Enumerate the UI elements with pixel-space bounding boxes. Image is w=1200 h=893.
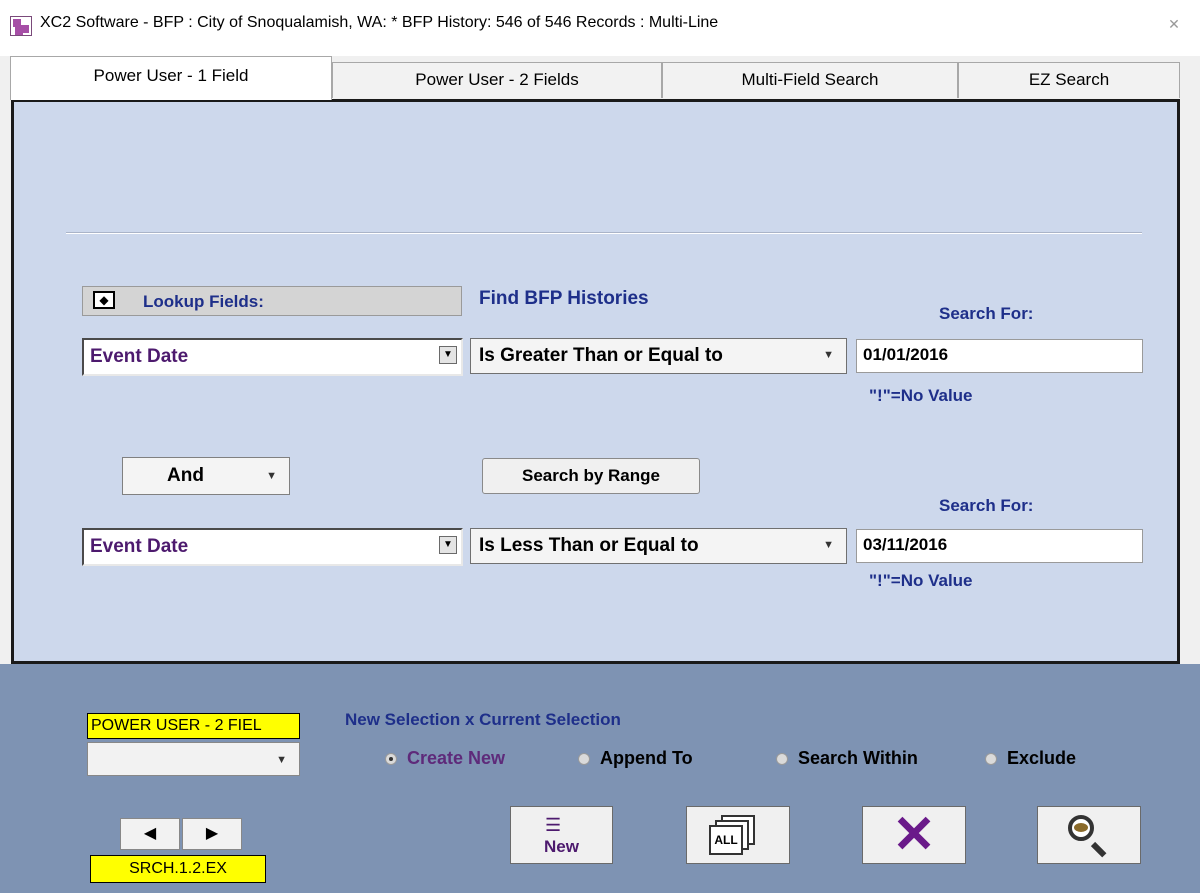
selection-heading: New Selection x Current Selection [345, 710, 621, 729]
lookup-fields-button[interactable]: ◆ Lookup Fields: [82, 286, 462, 316]
eye-icon [1074, 823, 1088, 832]
select-all-button[interactable]: ALL [686, 806, 790, 864]
new-button-label: New [544, 837, 579, 856]
no-value-hint-1: "!"=No Value [869, 386, 973, 405]
conjunction-select-value: And [167, 465, 204, 486]
window-title: XC2 Software - BFP : City of Snoqualamis… [40, 14, 719, 31]
radio-dot [776, 753, 788, 765]
chevron-down-icon: ▼ [266, 470, 277, 482]
operator-select-1-value: Is Greater Than or Equal to [479, 345, 723, 366]
search-for-label-1: Search For: [939, 304, 1034, 323]
prev-arrow-icon[interactable]: ◀ [120, 818, 180, 850]
field-select-1[interactable]: Event Date ▼ [82, 338, 463, 376]
radio-append-to[interactable]: Append To [578, 746, 738, 772]
preset-label: POWER USER - 2 FIEL [87, 713, 300, 739]
chevron-down-icon[interactable]: ▼ [439, 346, 457, 364]
search-value-2[interactable]: 03/11/2016 [856, 529, 1143, 563]
tab-multi-field-search[interactable]: Multi-Field Search [662, 62, 958, 98]
tab-power-user-2-fields[interactable]: Power User - 2 Fields [332, 62, 662, 98]
records-stack-icon: ALL [709, 813, 757, 855]
radio-search-within-label: Search Within [798, 748, 918, 768]
record-nav: ◀ ▶ [120, 818, 248, 852]
screen-code-label: SRCH.1.2.EX [90, 855, 266, 883]
tab-ez-search[interactable]: EZ Search [958, 62, 1180, 98]
magnifier-handle [1090, 841, 1107, 858]
no-value-hint-2: "!"=No Value [869, 571, 973, 590]
lookup-fields-label: Lookup Fields: [143, 292, 264, 311]
operator-select-2-value: Is Less Than or Equal to [479, 535, 699, 556]
all-button-label: ALL [709, 825, 743, 855]
conjunction-select[interactable]: And ▼ [122, 457, 290, 495]
new-button[interactable]: ☰ New [510, 806, 613, 864]
search-for-label-2: Search For: [939, 496, 1034, 515]
operator-select-2[interactable]: Is Less Than or Equal to ▼ [470, 528, 847, 564]
search-button[interactable] [1037, 806, 1141, 864]
close-icon[interactable]: ✕ [1162, 14, 1186, 34]
list-icon: ☰ [545, 815, 562, 835]
radio-dot [578, 753, 590, 765]
search-by-range-button[interactable]: Search by Range [482, 458, 700, 494]
radio-search-within[interactable]: Search Within [776, 746, 956, 772]
radio-exclude-label: Exclude [1007, 748, 1077, 768]
radio-append-to-label: Append To [600, 748, 693, 768]
radio-dot [385, 753, 397, 765]
field-select-1-value: Event Date [90, 346, 189, 367]
tab-strip: Power User - 1 Field Power User - 2 Fiel… [10, 56, 1180, 100]
diamond-icon: ◆ [93, 291, 115, 309]
title-bar: XC2 Software - BFP : City of Snoqualamis… [0, 0, 1200, 56]
chevron-down-icon: ▼ [276, 754, 287, 766]
next-arrow-icon[interactable]: ▶ [182, 818, 242, 850]
app-icon [10, 16, 32, 36]
field-select-2-value: Event Date [90, 536, 189, 557]
tab-power-user-1-field[interactable]: Power User - 1 Field [10, 56, 332, 100]
close-x-icon: ✕ [892, 806, 936, 864]
radio-dot [985, 753, 997, 765]
search-value-1[interactable]: 01/01/2016 [856, 339, 1143, 373]
chevron-down-icon: ▼ [823, 349, 834, 361]
search-panel: ◆ Lookup Fields: Find BFP Histories Sear… [11, 99, 1180, 664]
chevron-down-icon[interactable]: ▼ [439, 536, 457, 554]
radio-exclude[interactable]: Exclude [985, 746, 1105, 772]
radio-create-new[interactable]: Create New [385, 746, 545, 772]
divider [66, 232, 1142, 234]
preset-select[interactable]: ▼ [87, 742, 300, 776]
chevron-down-icon: ▼ [823, 539, 834, 551]
clear-button[interactable]: ✕ [862, 806, 966, 864]
field-select-2[interactable]: Event Date ▼ [82, 528, 463, 566]
find-label: Find BFP Histories [479, 288, 649, 309]
operator-select-1[interactable]: Is Greater Than or Equal to ▼ [470, 338, 847, 374]
radio-create-new-label: Create New [407, 748, 506, 768]
bottom-panel: POWER USER - 2 FIEL ▼ ◀ ▶ SRCH.1.2.EX Ne… [0, 664, 1200, 893]
